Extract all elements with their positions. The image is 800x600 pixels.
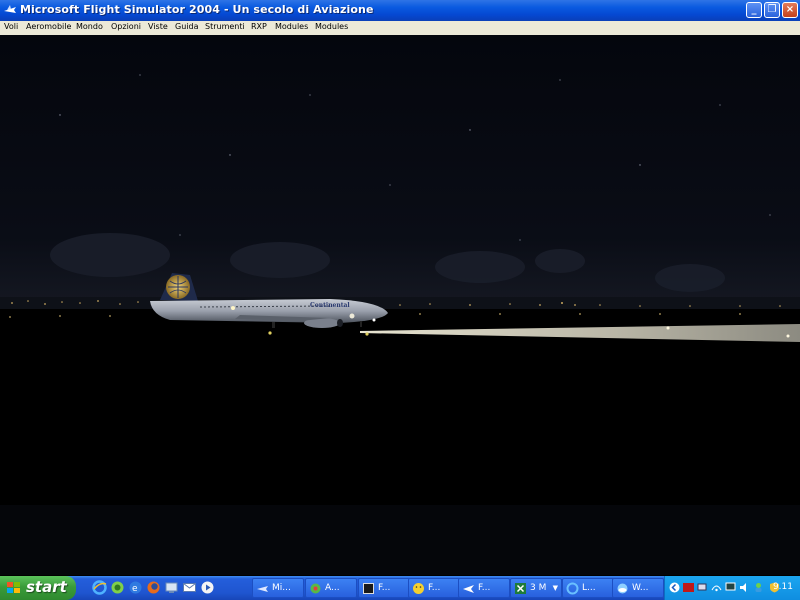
simulator-viewport[interactable]: Continental: [0, 35, 800, 575]
chevron-down-icon: ▼: [552, 584, 558, 592]
task-button-4[interactable]: F...: [408, 578, 460, 598]
smiley-icon: [413, 583, 424, 594]
menu-strumenti[interactable]: Strumenti: [205, 22, 245, 31]
task-label: W...: [632, 583, 649, 593]
display-icon[interactable]: [725, 582, 736, 593]
window-icon: [363, 583, 374, 594]
title-bar[interactable]: Microsoft Flight Simulator 2004 - Un sec…: [0, 0, 800, 21]
weather-icon: [617, 583, 628, 594]
network-tray-icon[interactable]: [697, 582, 708, 593]
tray-expand-icon[interactable]: [669, 582, 680, 593]
menu-viste[interactable]: Viste: [148, 22, 168, 31]
window-title: Microsoft Flight Simulator 2004 - Un sec…: [20, 3, 374, 16]
taxi-light: [268, 331, 272, 335]
task-label: L...: [582, 583, 596, 593]
ie-icon: [566, 582, 579, 595]
task-label: F...: [378, 583, 391, 593]
task-button-5[interactable]: F...: [458, 578, 510, 598]
task-button-ie[interactable]: L...: [562, 578, 614, 598]
aircraft-livery-text: Continental: [310, 302, 350, 309]
task-button-3[interactable]: F...: [358, 578, 410, 598]
taskbar: start e Mi... A... F... F... F... 3 M ▼ …: [0, 576, 800, 600]
volume-icon[interactable]: [739, 582, 750, 593]
task-button-flight-sim[interactable]: Mi...: [252, 578, 304, 598]
clock[interactable]: 9.11: [773, 582, 793, 592]
task-label: A...: [325, 583, 340, 593]
menu-mondo[interactable]: Mondo: [76, 22, 103, 31]
system-tray: 9.11: [664, 576, 800, 600]
messenger-icon[interactable]: [110, 580, 125, 595]
wireless-icon[interactable]: [711, 582, 722, 593]
start-button[interactable]: start: [0, 576, 76, 600]
app-icon: [310, 583, 321, 594]
network-icon[interactable]: [164, 580, 179, 595]
firefox-icon[interactable]: [146, 580, 161, 595]
flight-sim-app-icon: [4, 5, 16, 13]
excel-icon: [515, 583, 526, 594]
task-label: 3 M: [530, 583, 547, 593]
plane-icon: [463, 585, 474, 593]
ie-icon[interactable]: [92, 580, 107, 595]
menu-rxp[interactable]: RXP: [251, 22, 267, 31]
task-label: Mi...: [272, 583, 291, 593]
ie-alt-icon[interactable]: e: [128, 580, 143, 595]
mail-icon[interactable]: [182, 580, 197, 595]
minimize-button[interactable]: _: [746, 2, 762, 18]
runway-edge-light: [786, 334, 790, 338]
maximize-button[interactable]: ❐: [764, 2, 780, 18]
menu-voli[interactable]: Voli: [4, 22, 18, 31]
svg-text:e: e: [132, 584, 138, 594]
menu-opzioni[interactable]: Opzioni: [111, 22, 141, 31]
menu-modules-1[interactable]: Modules: [275, 22, 308, 31]
messenger-tray-icon[interactable]: [753, 582, 764, 593]
task-button-2[interactable]: A...: [305, 578, 357, 598]
menu-bar: Voli Aeromobile Mondo Opzioni Viste Guid…: [0, 21, 800, 35]
runway-edge-light: [666, 326, 670, 330]
task-label: F...: [428, 583, 441, 593]
task-button-weather[interactable]: W...: [612, 578, 664, 598]
media-icon[interactable]: [200, 580, 215, 595]
ati-icon[interactable]: [683, 582, 694, 593]
task-button-excel[interactable]: 3 M ▼: [510, 578, 562, 598]
start-label: start: [26, 578, 67, 596]
city-skyline: [0, 297, 800, 309]
menu-modules-2[interactable]: Modules: [315, 22, 348, 31]
taxi-light: [365, 332, 369, 336]
task-label: F...: [478, 583, 491, 593]
night-scene: [0, 35, 800, 575]
flight-sim-icon: [257, 586, 268, 592]
ground-foreground: [0, 505, 800, 575]
close-button[interactable]: ×: [782, 2, 798, 18]
windows-logo-icon: [7, 582, 20, 593]
menu-guida[interactable]: Guida: [175, 22, 198, 31]
menu-aeromobile[interactable]: Aeromobile: [26, 22, 71, 31]
